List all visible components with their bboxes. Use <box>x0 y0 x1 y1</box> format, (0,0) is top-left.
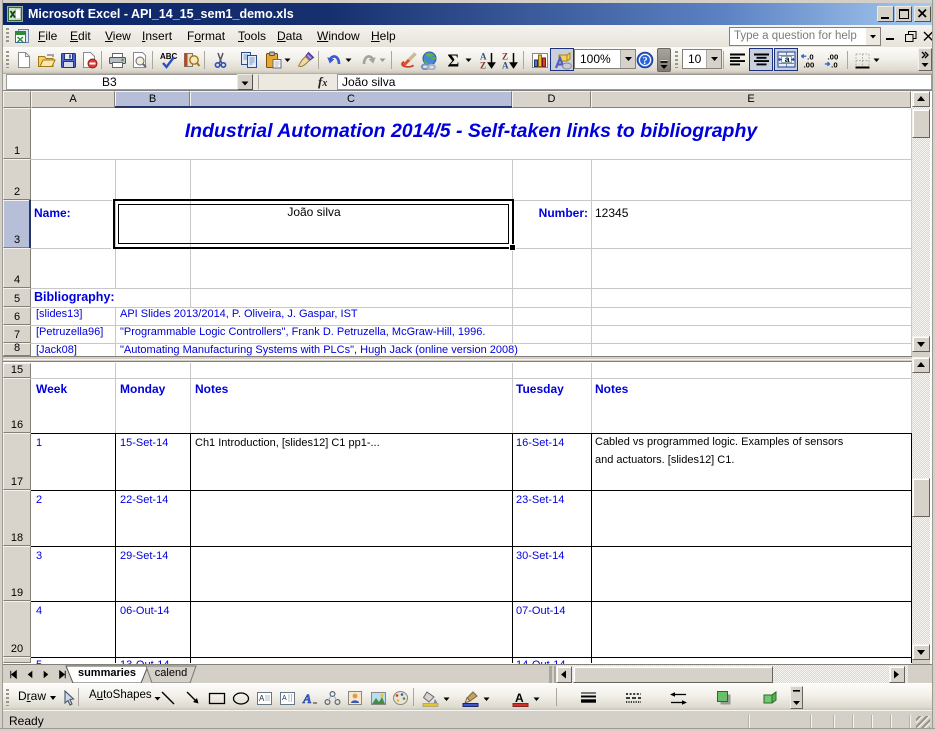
svg-text:Σ: Σ <box>447 51 459 69</box>
svg-text:A: A <box>502 61 509 70</box>
svg-text:?: ? <box>642 56 647 67</box>
svg-text:ABC: ABC <box>160 52 178 61</box>
svg-text:Z: Z <box>480 61 486 70</box>
svg-text:A: A <box>515 691 524 705</box>
svg-text:A: A <box>302 691 312 706</box>
svg-text:A: A <box>282 695 287 702</box>
svg-text:.00: .00 <box>804 60 815 69</box>
svg-text:a: a <box>784 54 789 64</box>
svg-text:A: A <box>259 694 265 703</box>
svg-text:.0: .0 <box>831 60 837 69</box>
